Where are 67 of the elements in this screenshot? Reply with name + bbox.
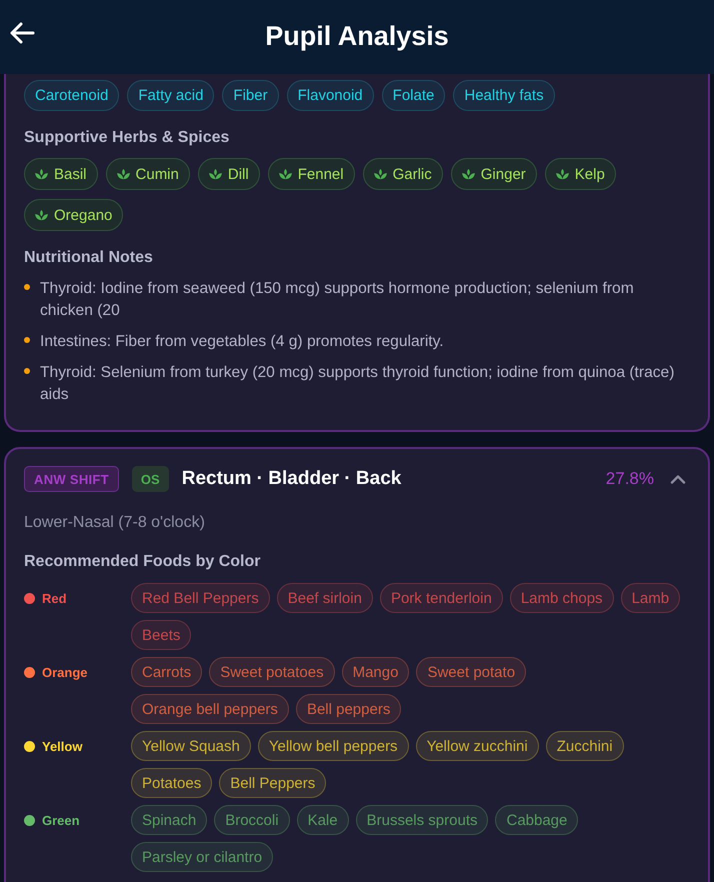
page-title: Pupil Analysis (265, 20, 449, 52)
food-tag: Lamb chops (510, 583, 614, 613)
note-text: Intestines: Fiber from vegetables (4 g) promotes regularity. (40, 332, 444, 352)
sprout-icon (374, 168, 387, 180)
eye-badge: OS (132, 466, 169, 492)
note-text: Thyroid: Selenium from turkey (20 mcg) supports thyroid function; iodine from quinoa (trace) aids (40, 363, 676, 405)
food-tag: Spinach (131, 805, 208, 835)
food-tag: Orange bell peppers (131, 694, 289, 724)
section-heading: Nutritional Notes (24, 249, 154, 267)
sprout-icon (208, 168, 222, 180)
food-tag: Brussels sprouts (356, 805, 488, 835)
color-label: Red (42, 590, 67, 606)
color-label: Green (42, 812, 80, 828)
bullet-icon (24, 368, 30, 374)
food-tag: Sweet potato (416, 657, 526, 687)
food-tag: Beef sirloin (276, 583, 373, 613)
bullet-icon (24, 337, 30, 343)
nutrient-tag: Folate (382, 80, 446, 111)
zone-location: Lower-Nasal (7-8 o'clock) (24, 514, 206, 532)
food-tag: Cabbage (495, 805, 578, 835)
sprout-icon (35, 168, 48, 180)
herb-name: Kelp (574, 166, 605, 182)
nutrient-tag: Fatty acid (127, 80, 214, 111)
section-heading: Recommended Foods by Color (24, 553, 262, 571)
food-tag: Sweet potatoes (209, 657, 335, 687)
food-tag: Red Bell Peppers (131, 583, 270, 613)
food-tag: Pork tenderloin (380, 583, 503, 613)
herb-name: Basil (54, 166, 87, 182)
note-text: Thyroid: Iodine from seaweed (150 mcg) supports hormone production; selenium from chicken (20 (40, 279, 635, 321)
food-tag: Mango (342, 657, 410, 687)
food-tag: Yellow Squash (131, 731, 251, 761)
herb-name: Cumin (136, 166, 179, 182)
herb-name: Oregano (54, 206, 112, 224)
section-heading: Supportive Herbs & Spices (24, 129, 230, 147)
food-tag: Beets (131, 620, 192, 650)
nutrient-tag: Healthy fats (453, 80, 555, 111)
color-label: Orange (42, 664, 88, 680)
nutrient-tag: Flavonoid (286, 80, 374, 111)
sprout-icon (556, 168, 569, 180)
herb-name: Ginger (480, 166, 526, 182)
sprout-icon (462, 168, 475, 180)
shift-badge: ANW SHIFT (24, 466, 119, 492)
herb-name: Dill (228, 166, 249, 182)
sprout-icon (35, 210, 48, 220)
food-tag: Broccoli (214, 805, 290, 835)
food-tag: Potatoes (131, 768, 212, 798)
chevron-icon[interactable] (670, 474, 686, 484)
sprout-icon (116, 168, 130, 180)
herb-name: Garlic (392, 166, 432, 182)
herb-name: Fennel (298, 166, 344, 182)
nutrient-tag: Carotenoid (24, 80, 120, 111)
back-arrow-icon[interactable] (9, 22, 35, 44)
food-tag: Yellow bell peppers (258, 731, 409, 761)
zone-title: Rectum · Bladder · Back (182, 468, 402, 490)
sprout-icon (278, 168, 292, 180)
food-tag: Zucchini (546, 731, 624, 761)
food-tag: Bell peppers (296, 694, 402, 724)
bullet-icon (24, 284, 30, 290)
food-tag: Carrots (131, 657, 202, 687)
food-tag: Kale (296, 805, 349, 835)
percentage-value: 27.8% (606, 469, 654, 489)
food-tag: Yellow zucchini (416, 731, 539, 761)
food-tag: Parsley or cilantro (131, 842, 274, 872)
nutrient-tag: Fiber (222, 80, 279, 111)
color-label: Yellow (42, 738, 82, 754)
food-tag: Bell Peppers (219, 768, 326, 798)
food-tag: Lamb (620, 583, 680, 613)
